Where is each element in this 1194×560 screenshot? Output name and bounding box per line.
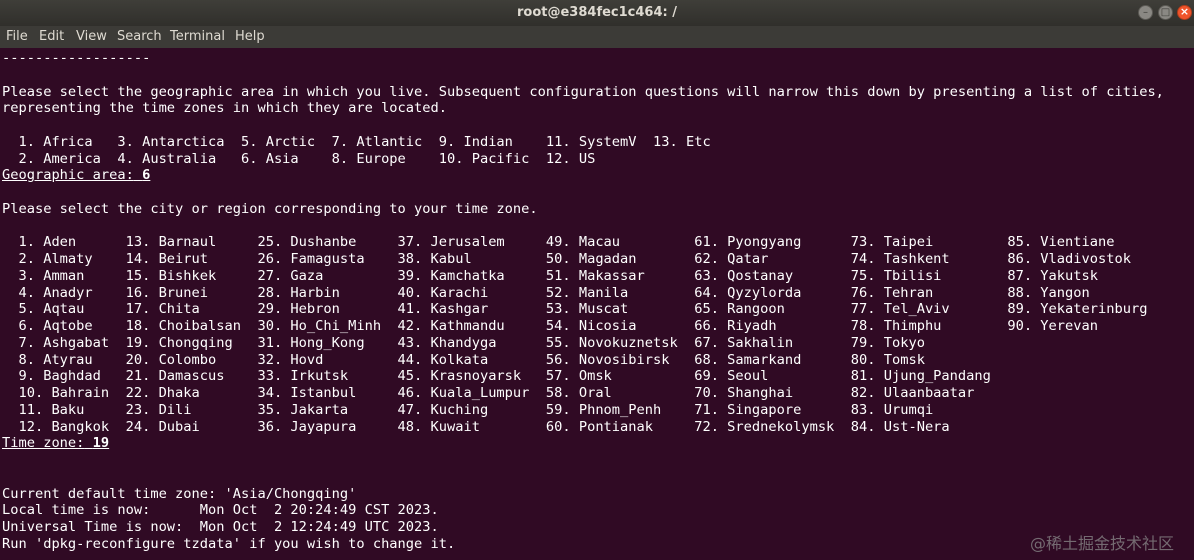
- terminal-line: Run 'dpkg-reconfigure tzdata' if you wis…: [2, 535, 456, 552]
- terminal-line: 2. America 4. Australia 6. Asia 8. Europ…: [2, 150, 596, 167]
- terminal-line: 11. Baku 23. Dili 35. Jakarta 47. Kuchin…: [2, 401, 934, 418]
- terminal-line: 12. Bangkok 24. Dubai 36. Jayapura 48. K…: [2, 418, 950, 435]
- menu-help[interactable]: Help: [235, 26, 265, 48]
- minimize-icon: –: [1143, 7, 1148, 18]
- terminal-line: 1. Aden 13. Barnaul 25. Dushanbe 37. Jer…: [2, 234, 1115, 251]
- maximize-button[interactable]: □: [1158, 5, 1173, 20]
- terminal-line: Please select the city or region corresp…: [2, 200, 538, 217]
- geographic-area-prompt: Geographic area:: [2, 167, 134, 184]
- close-button[interactable]: ×: [1177, 5, 1192, 20]
- menu-edit[interactable]: Edit: [39, 26, 64, 48]
- menu-bar: File Edit View Search Terminal Help: [0, 26, 1194, 48]
- title-bar: root@e384fec1c464: / – □ ×: [0, 0, 1194, 26]
- terminal-line: 6. Aqtobe 18. Choibalsan 30. Ho_Chi_Minh…: [2, 318, 1098, 334]
- terminal-line: Universal Time is now: Mon Oct 2 12:24:4…: [2, 519, 439, 535]
- terminal-line: 10. Bahrain 22. Dhaka 34. Istanbul 46. K…: [2, 385, 975, 401]
- terminal-line: ------------------: [2, 50, 151, 66]
- geographic-area-prompt-line: Geographic area: 6: [2, 167, 150, 184]
- terminal-line: 9. Baghdad 21. Damascus 33. Irkutsk 45. …: [2, 368, 991, 385]
- menu-search[interactable]: Search: [117, 26, 162, 48]
- menu-view[interactable]: View: [76, 26, 107, 48]
- terminal-line: Local time is now: Mon Oct 2 20:24:49 CS…: [2, 502, 439, 519]
- terminal-line: representing the time zones in which the…: [2, 100, 447, 117]
- terminal-line: 7. Ashgabat 19. Chongqing 31. Hong_Kong …: [2, 334, 925, 351]
- window-title: root@e384fec1c464: /: [517, 5, 677, 20]
- terminal-line: Current default time zone: 'Asia/Chongqi…: [2, 485, 357, 502]
- menu-terminal[interactable]: Terminal: [170, 26, 225, 48]
- terminal-line: 1. Africa 3. Antarctica 5. Arctic 7. Atl…: [2, 133, 711, 150]
- time-zone-prompt: Time zone:: [2, 435, 85, 452]
- time-zone-answer: 19: [92, 435, 110, 452]
- terminal-output[interactable]: ------------------ Please select the geo…: [0, 48, 1194, 560]
- terminal-line: 3. Amman 15. Bishkek 27. Gaza 39. Kamcha…: [2, 267, 1098, 284]
- terminal-line: Please select the geographic area in whi…: [2, 83, 1164, 100]
- maximize-icon: □: [1160, 7, 1171, 18]
- terminal-line: 5. Aqtau 17. Chita 29. Hebron 41. Kashga…: [2, 301, 1148, 318]
- watermark: @稀土掘金技术社区: [1030, 534, 1175, 553]
- terminal-line: 4. Anadyr 16. Brunei 28. Harbin 40. Kara…: [2, 284, 1090, 301]
- minimize-button[interactable]: –: [1138, 5, 1153, 20]
- geographic-area-answer: 6: [142, 167, 151, 184]
- time-zone-prompt-line: Time zone: 19: [2, 435, 109, 452]
- close-icon: ×: [1179, 5, 1190, 18]
- menu-file[interactable]: File: [6, 26, 28, 48]
- terminal-line: 8. Atyrau 20. Colombo 32. Hovd 44. Kolka…: [2, 351, 925, 368]
- terminal-line: 2. Almaty 14. Beirut 26. Famagusta 38. K…: [2, 251, 1131, 267]
